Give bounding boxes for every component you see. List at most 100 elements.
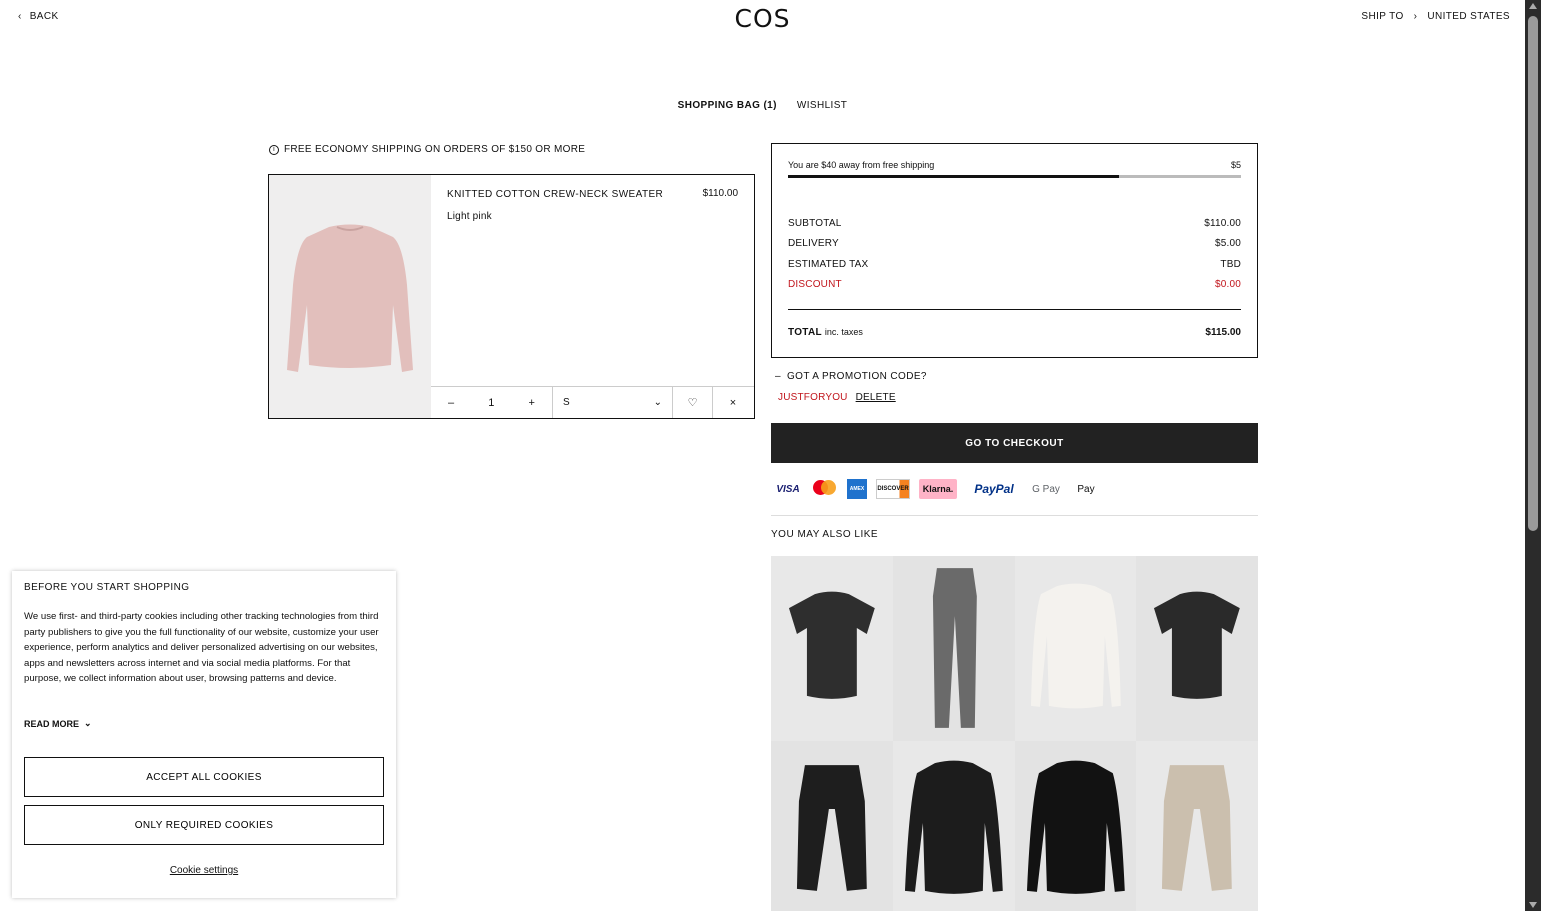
product-name[interactable]: KNITTED COTTON CREW-NECK SWEATER <box>447 189 663 200</box>
add-to-wishlist-button[interactable]: ♡ <box>673 387 713 418</box>
product-color: Light pink <box>447 211 492 222</box>
garment-shape <box>1026 760 1125 894</box>
chevron-down-icon: ⌄ <box>84 718 92 728</box>
cart-item-controls: – 1 + S ⌄ ♡ × <box>431 386 754 418</box>
free-shipping-progress-label: You are $40 away from free shipping $5 <box>788 160 1241 170</box>
delivery-value: $5.00 <box>1214 238 1241 250</box>
recommendation-tile[interactable] <box>771 556 893 741</box>
promo-code-toggle[interactable]: – GOT A PROMOTION CODE? <box>775 371 927 382</box>
close-icon: × <box>729 396 737 409</box>
total-note: inc. taxes <box>824 327 863 337</box>
amex-icon: AMEX <box>847 479 867 499</box>
only-required-cookies-button[interactable]: ONLY REQUIRED COOKIES <box>24 805 384 845</box>
product-image[interactable] <box>269 175 431 418</box>
recommendation-tile[interactable] <box>1136 741 1258 911</box>
order-summary: You are $40 away from free shipping $5 S… <box>771 143 1258 358</box>
summary-divider <box>788 309 1241 310</box>
product-thumbnail <box>1154 591 1241 699</box>
delete-promo-button[interactable]: DELETE <box>856 392 896 403</box>
total-label: TOTAL <box>788 327 822 338</box>
free-shipping-text: FREE ECONOMY SHIPPING ON ORDERS OF $150 … <box>284 144 586 155</box>
payment-methods: VISA AMEX DISCOVER Klarna. PayPal G Pay … <box>773 478 1258 500</box>
product-thumbnail <box>796 765 867 891</box>
applied-promo: JUSTFORYOU DELETE <box>778 392 896 403</box>
mastercard-icon <box>812 479 838 499</box>
increase-quantity-button[interactable]: + <box>528 397 534 409</box>
accept-all-cookies-button[interactable]: ACCEPT ALL COOKIES <box>24 757 384 797</box>
discount-row: DISCOUNT $0.00 <box>788 279 1241 299</box>
free-shipping-remaining: You are $40 away from free shipping <box>788 160 935 170</box>
discount-label: DISCOUNT <box>788 278 842 290</box>
remove-item-button[interactable]: × <box>713 387 753 418</box>
promo-toggle-label: GOT A PROMOTION CODE? <box>786 371 927 382</box>
summary-rows: SUBTOTAL $110.00 DELIVERY $5.00 ESTIMATE… <box>788 218 1241 299</box>
product-thumbnail <box>1030 583 1121 709</box>
recommendations-grid <box>771 556 1258 911</box>
chevron-right-icon: › <box>1413 11 1418 22</box>
scroll-down-icon[interactable] <box>1529 902 1537 908</box>
recommendation-tile[interactable] <box>1014 741 1137 911</box>
page-scrollbar[interactable] <box>1525 0 1541 911</box>
klarna-icon: Klarna. <box>919 479 957 499</box>
product-price: $110.00 <box>702 188 738 199</box>
recommendation-tile[interactable] <box>1014 556 1137 741</box>
total-row: TOTAL inc. taxes $115.00 <box>788 327 1241 338</box>
discover-icon: DISCOVER <box>876 479 910 499</box>
recommendation-tile[interactable] <box>892 556 1015 741</box>
apple-pay-label: Pay <box>1077 483 1095 495</box>
brand-logo[interactable]: COS <box>0 4 1525 33</box>
ship-to-selector[interactable]: SHIP TO › UNITED STATES <box>1361 11 1510 22</box>
garment-shape <box>932 568 977 728</box>
discount-value: $0.00 <box>1214 278 1241 290</box>
recommendation-tile[interactable] <box>1136 556 1258 741</box>
minus-icon: – <box>775 371 781 382</box>
decrease-quantity-button[interactable]: – <box>448 397 454 409</box>
scroll-up-icon[interactable] <box>1529 3 1537 9</box>
product-thumbnail <box>932 568 977 728</box>
read-more-label: READ MORE <box>24 718 80 729</box>
go-to-checkout-button[interactable]: GO TO CHECKOUT <box>771 423 1258 463</box>
tab-shopping-bag[interactable]: SHOPPING BAG (1) <box>678 100 777 111</box>
tax-row: ESTIMATED TAX TBD <box>788 259 1241 279</box>
bag-tabs: SHOPPING BAG (1) WISHLIST <box>0 100 1525 111</box>
subtotal-row: SUBTOTAL $110.00 <box>788 218 1241 238</box>
garment-shape <box>788 591 875 699</box>
recommendation-tile[interactable] <box>771 741 893 911</box>
garment-shape <box>796 765 867 891</box>
quantity-value: 1 <box>488 396 495 409</box>
total-label-group: TOTAL inc. taxes <box>788 327 863 338</box>
chevron-down-icon: ⌄ <box>653 397 662 408</box>
cart-item-info: KNITTED COTTON CREW-NECK SWEATER $110.00… <box>431 175 754 387</box>
cookie-banner: BEFORE YOU START SHOPPING We use first- … <box>12 571 396 898</box>
product-thumbnail <box>1162 765 1233 891</box>
promo-code-value: JUSTFORYOU <box>778 392 848 403</box>
progress-fill <box>788 175 1119 178</box>
product-thumbnail <box>1026 760 1125 894</box>
garment-shape <box>1162 765 1233 891</box>
recommendation-tile[interactable] <box>892 741 1015 911</box>
delivery-label: DELIVERY <box>788 238 839 250</box>
tax-value: TBD <box>1220 258 1241 270</box>
apple-pay-icon: Pay <box>1070 479 1102 499</box>
section-divider <box>771 515 1258 516</box>
cookie-settings-link[interactable]: Cookie settings <box>12 865 396 876</box>
delivery-row: DELIVERY $5.00 <box>788 238 1241 258</box>
size-value: S <box>563 397 570 408</box>
visa-icon: VISA <box>776 483 800 495</box>
scrollbar-thumb[interactable] <box>1528 16 1538 531</box>
also-like-title: YOU MAY ALSO LIKE <box>771 529 879 540</box>
sweater-illustration <box>287 224 413 372</box>
size-select[interactable]: S ⌄ <box>553 387 673 418</box>
cart-item: KNITTED COTTON CREW-NECK SWEATER $110.00… <box>268 174 755 419</box>
heart-icon: ♡ <box>687 397 698 409</box>
free-shipping-progress-bar <box>788 175 1241 178</box>
read-more-toggle[interactable]: READ MORE ⌄ <box>24 718 92 729</box>
garment-shape <box>1154 591 1241 699</box>
tab-wishlist[interactable]: WISHLIST <box>797 100 847 111</box>
free-shipping-value: $5 <box>1230 160 1241 170</box>
quantity-stepper: – 1 + <box>431 387 553 418</box>
free-shipping-note: i FREE ECONOMY SHIPPING ON ORDERS OF $15… <box>269 144 585 155</box>
ship-to-country: UNITED STATES <box>1427 11 1510 22</box>
cookie-title: BEFORE YOU START SHOPPING <box>24 582 190 593</box>
tax-label: ESTIMATED TAX <box>788 258 869 270</box>
